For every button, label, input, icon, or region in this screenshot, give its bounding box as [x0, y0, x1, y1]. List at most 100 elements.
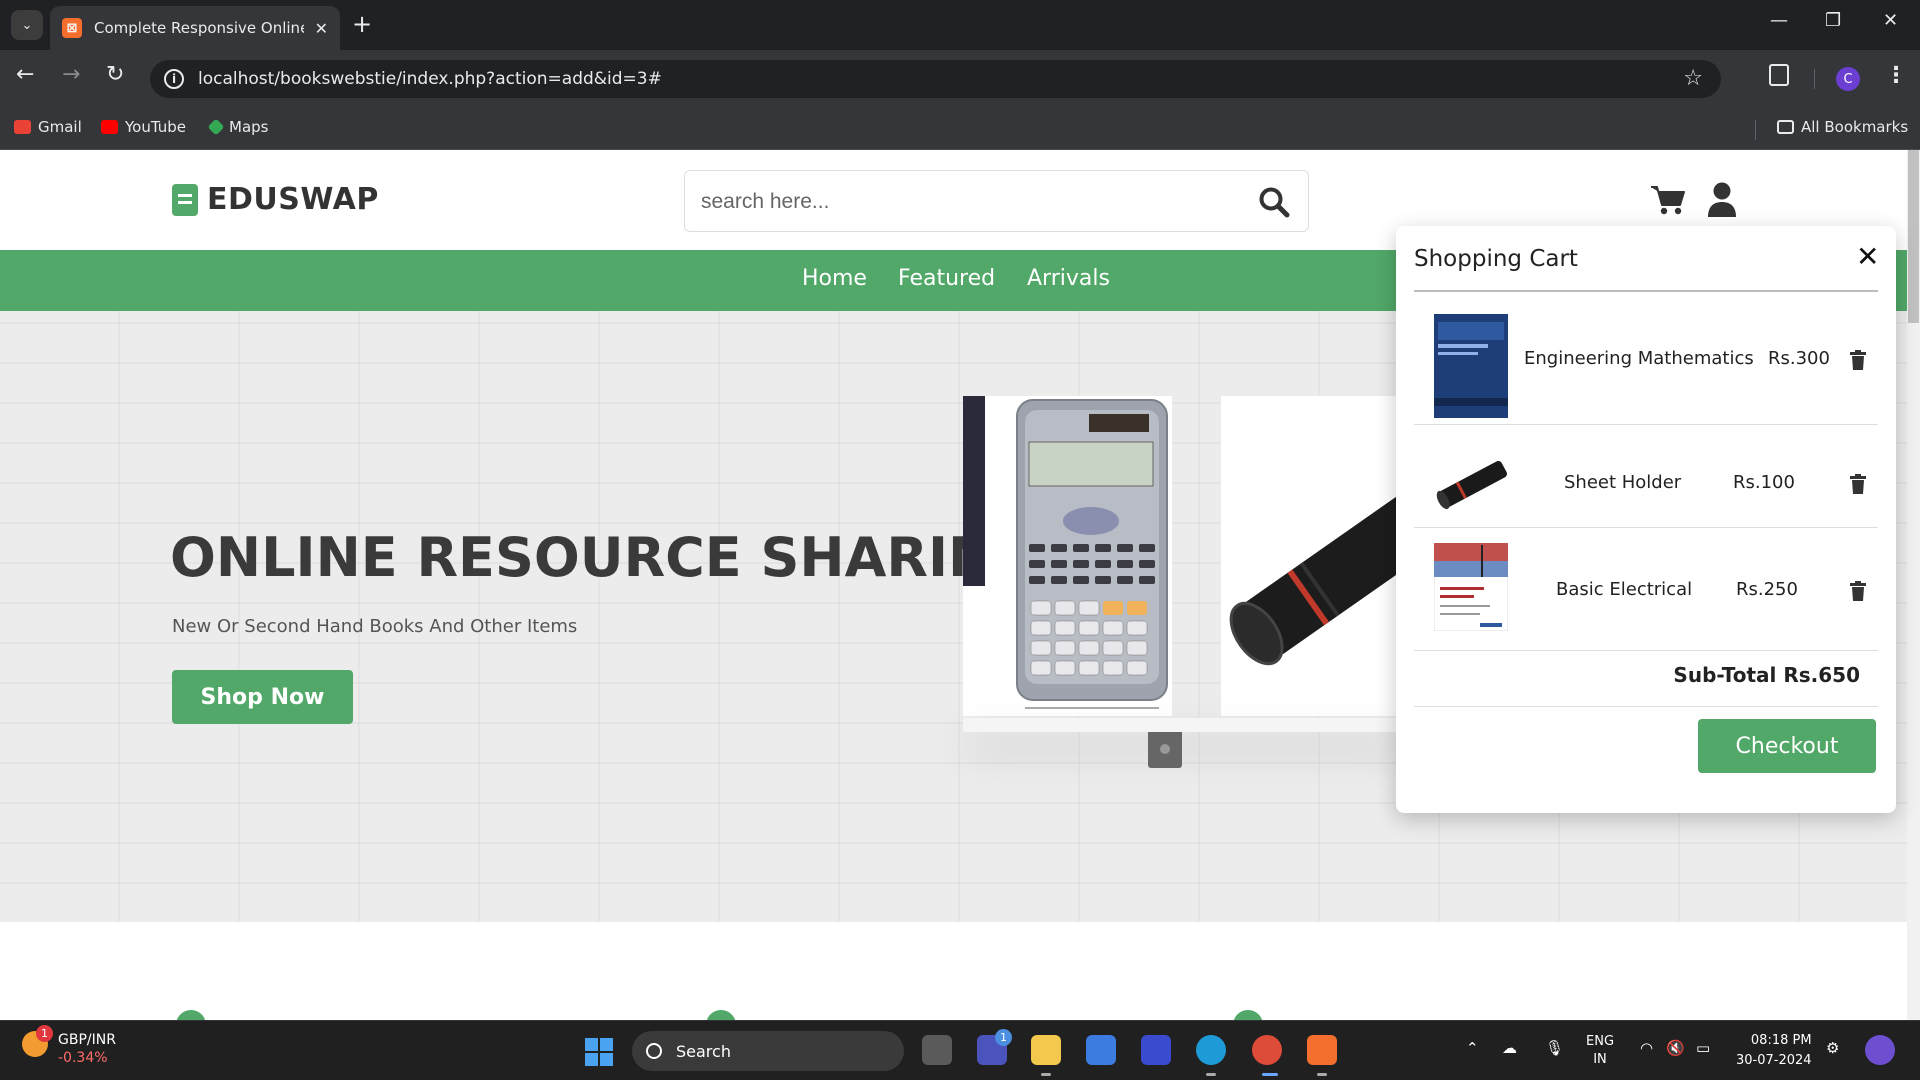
new-tab-icon[interactable]: +	[352, 10, 372, 38]
feature-icon	[706, 1010, 736, 1020]
trash-icon[interactable]	[1850, 474, 1866, 494]
shopping-cart-panel: Shopping Cart ✕ Engineering Mathematics …	[1396, 226, 1896, 813]
basic-electrical-cover	[1434, 543, 1508, 631]
display-shelf	[963, 718, 1403, 732]
bookmark-label: Maps	[229, 118, 269, 136]
file-explorer-icon[interactable]	[1031, 1035, 1061, 1065]
cart-divider	[1414, 650, 1878, 651]
battery-icon[interactable]: ▭	[1696, 1039, 1710, 1057]
feature-icon	[176, 1010, 206, 1020]
logo-text: EDUSWAP	[207, 182, 379, 217]
nav-arrivals[interactable]: Arrivals	[1027, 266, 1110, 291]
lang-line2: IN	[1593, 1052, 1607, 1067]
xampp-icon[interactable]	[1307, 1035, 1337, 1065]
cart-item-price: Rs.250	[1736, 579, 1798, 600]
bookmark-youtube[interactable]: YouTube	[101, 118, 186, 136]
web-page: EDUSWAP Home Featured Arrivals ONLINE RE…	[0, 150, 1920, 1020]
sheet-holder-image[interactable]	[1221, 396, 1460, 716]
cart-subtotal: Sub-Total Rs.650	[1673, 663, 1860, 687]
browser-menu-icon[interactable]: ⋮	[1885, 63, 1907, 88]
teams-icon[interactable]: 1	[977, 1029, 1012, 1065]
nav-featured[interactable]: Featured	[898, 266, 995, 291]
remote-desktop-icon[interactable]	[1141, 1035, 1171, 1065]
site-logo[interactable]: EDUSWAP	[172, 182, 379, 217]
cart-item: Engineering Mathematics Rs.300	[1414, 302, 1878, 418]
browser-toolbar: ← → ↻ i localhost/bookswebstie/index.php…	[0, 50, 1920, 108]
minimize-icon[interactable]: —	[1770, 10, 1788, 31]
cart-divider	[1414, 706, 1878, 707]
edge-icon[interactable]	[1196, 1035, 1226, 1065]
tab-close-icon[interactable]: ✕	[315, 19, 328, 38]
shop-now-button[interactable]: Shop Now	[172, 670, 353, 724]
volume-muted-icon[interactable]: 🔇	[1666, 1039, 1685, 1057]
all-bookmarks[interactable]: All Bookmarks	[1777, 118, 1908, 136]
window-close-icon[interactable]: ✕	[1883, 10, 1898, 31]
lang-line1: ENG	[1586, 1034, 1615, 1049]
folder-icon	[1777, 120, 1794, 134]
widget-pair: GBP/INR	[58, 1032, 116, 1048]
browser-tab-active[interactable]: ⊠ Complete Responsive Online Bo ✕	[50, 6, 340, 50]
chevron-up-icon[interactable]: ⌃	[1466, 1039, 1479, 1057]
bookmark-maps[interactable]: Maps	[207, 118, 269, 136]
bookmark-star-icon[interactable]: ☆	[1683, 66, 1703, 91]
trash-icon[interactable]	[1850, 350, 1866, 370]
site-info-icon[interactable]: i	[164, 69, 184, 89]
close-icon[interactable]: ✕	[1856, 240, 1879, 273]
active-indicator	[1317, 1073, 1327, 1076]
search-icon[interactable]	[1258, 186, 1290, 218]
product-stand-image	[963, 396, 1460, 768]
restore-icon[interactable]: ❐	[1825, 10, 1841, 31]
taskbar-search[interactable]: Search	[632, 1031, 904, 1071]
nav-home[interactable]: Home	[802, 266, 867, 291]
address-bar[interactable]: i localhost/bookswebstie/index.php?actio…	[150, 60, 1721, 98]
microsoft-store-icon[interactable]	[1086, 1035, 1116, 1065]
forward-icon[interactable]: →	[62, 62, 80, 87]
hero-subtitle: New Or Second Hand Books And Other Items	[172, 616, 578, 637]
sheet-holder-thumbnail	[1436, 460, 1507, 510]
all-bookmarks-label: All Bookmarks	[1801, 118, 1909, 136]
user-icon[interactable]	[1707, 182, 1737, 218]
wifi-icon[interactable]: ◠	[1640, 1039, 1653, 1057]
market-widget[interactable]: 1 GBP/INR -0.34%	[22, 1025, 116, 1067]
back-icon[interactable]: ←	[16, 62, 34, 87]
windows-start-icon[interactable]	[585, 1038, 613, 1066]
scrollbar-thumb[interactable]	[1908, 150, 1919, 323]
onedrive-icon[interactable]: ☁	[1502, 1039, 1517, 1057]
toolbar-divider	[1814, 69, 1815, 89]
shopping-cart-icon[interactable]	[1650, 184, 1686, 216]
gmail-icon	[14, 120, 31, 134]
reload-icon[interactable]: ↻	[106, 62, 124, 87]
book-icon	[172, 183, 198, 216]
microphone-icon[interactable]: 🎙	[1545, 1039, 1564, 1057]
checkout-button[interactable]: Checkout	[1698, 719, 1876, 773]
cart-item-price: Rs.300	[1768, 348, 1830, 369]
profile-avatar[interactable]: C	[1836, 67, 1860, 91]
bookmarks-divider	[1755, 120, 1756, 140]
chrome-icon[interactable]	[1252, 1035, 1282, 1065]
search-input[interactable]	[699, 186, 1239, 218]
taskbar-search-label: Search	[676, 1041, 731, 1061]
engineering-mathematics-cover	[1434, 314, 1508, 418]
trash-icon[interactable]	[1850, 581, 1866, 601]
cart-item: Basic Electrical Rs.250	[1414, 529, 1878, 649]
tab-search-dropdown-icon[interactable]: ⌄	[11, 10, 43, 40]
calculator-image[interactable]	[963, 396, 1172, 716]
notification-icon[interactable]: ⚙	[1826, 1039, 1839, 1057]
cart-item: Sheet Holder Rs.100	[1414, 426, 1878, 536]
url-text: localhost/bookswebstie/index.php?action=…	[198, 69, 662, 89]
search-form	[684, 170, 1309, 232]
copilot-icon[interactable]	[1865, 1035, 1895, 1065]
language-indicator[interactable]: ENG IN	[1586, 1033, 1614, 1069]
bookmark-gmail[interactable]: Gmail	[14, 118, 82, 136]
hero-title: ONLINE RESOURCE SHARING	[170, 526, 1038, 589]
xampp-favicon-icon: ⊠	[62, 18, 82, 38]
clock-time: 08:18 PM	[1750, 1033, 1812, 1048]
extensions-icon[interactable]	[1769, 64, 1789, 86]
browser-tabbar: ⌄ ⊠ Complete Responsive Online Bo ✕ + — …	[0, 0, 1920, 50]
bookmarks-bar: Gmail YouTube Maps All Bookmarks	[0, 108, 1920, 150]
widget-badge: 1	[36, 1025, 53, 1042]
active-indicator	[1262, 1073, 1278, 1076]
system-clock[interactable]: 08:18 PM 30-07-2024	[1736, 1031, 1812, 1071]
cart-item-name: Engineering Mathematics	[1524, 348, 1754, 369]
task-view-icon[interactable]	[922, 1035, 952, 1065]
